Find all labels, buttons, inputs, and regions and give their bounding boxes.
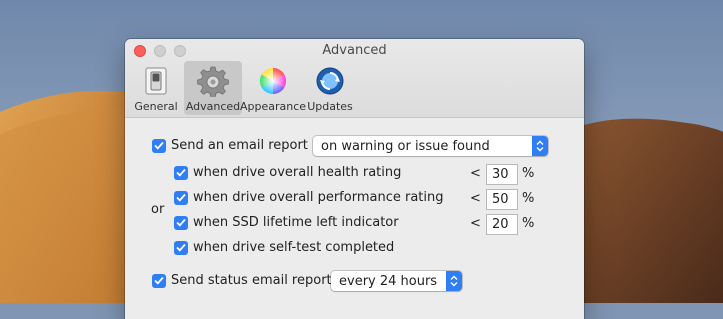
chevron-updown-icon	[446, 271, 462, 291]
tab-updates[interactable]: Updates	[304, 61, 356, 115]
title-bar: Advanced General Advanced Appearance Upd…	[125, 39, 584, 118]
condition-performance-row: when drive overall performance rating	[174, 190, 444, 205]
tab-general[interactable]: General	[130, 61, 182, 115]
color-wheel-icon	[257, 65, 289, 97]
health-threshold-unit: %	[522, 166, 535, 181]
email-report-checkbox[interactable]	[152, 138, 166, 153]
condition-performance-checkbox[interactable]	[174, 190, 188, 205]
condition-health-comparator: <	[470, 166, 481, 181]
updates-globe-icon	[314, 65, 346, 97]
condition-performance-comparator: <	[470, 191, 481, 206]
condition-ssd-lifetime-label: when SSD lifetime left indicator	[193, 215, 399, 230]
condition-health-label: when drive overall health rating	[193, 165, 402, 180]
performance-threshold-unit: %	[522, 191, 535, 206]
condition-self-test-checkbox[interactable]	[174, 240, 188, 255]
email-report-label: Send an email report	[171, 138, 308, 153]
condition-self-test-label: when drive self-test completed	[193, 240, 395, 255]
tab-appearance-label: Appearance	[239, 100, 307, 113]
ssd-lifetime-threshold-field[interactable]: 20	[486, 214, 518, 235]
condition-self-test-row: when drive self-test completed	[174, 240, 394, 255]
status-frequency-popup[interactable]: every 24 hours	[331, 271, 462, 291]
or-label: or	[151, 202, 165, 217]
condition-health-row: when drive overall health rating	[174, 165, 401, 180]
chevron-updown-icon	[532, 136, 548, 156]
ssd-lifetime-threshold-unit: %	[522, 216, 535, 231]
status-report-checkbox[interactable]	[152, 273, 166, 288]
tab-general-label: General	[134, 100, 178, 113]
switch-icon	[140, 65, 172, 97]
performance-threshold-field[interactable]: 50	[486, 189, 518, 210]
tab-updates-label: Updates	[307, 100, 353, 113]
status-report-label: Send status email report	[171, 273, 332, 288]
condition-ssd-lifetime-comparator: <	[470, 216, 481, 231]
advanced-pane: Send an email report on warning or issue…	[125, 118, 584, 319]
gear-icon	[197, 65, 229, 97]
preferences-window: Advanced General Advanced Appearance Upd…	[125, 39, 584, 319]
condition-ssd-lifetime-row: when SSD lifetime left indicator	[174, 215, 399, 230]
condition-ssd-lifetime-checkbox[interactable]	[174, 215, 188, 230]
preferences-toolbar: General Advanced Appearance Updates	[130, 61, 358, 115]
tab-advanced[interactable]: Advanced	[184, 61, 242, 115]
health-threshold-field[interactable]: 30	[486, 164, 518, 185]
email-frequency-value: on warning or issue found	[321, 138, 490, 154]
status-report-row: Send status email report	[152, 273, 332, 288]
email-frequency-popup[interactable]: on warning or issue found	[313, 136, 548, 156]
status-frequency-value: every 24 hours	[339, 273, 438, 289]
window-title: Advanced	[322, 43, 387, 58]
condition-health-checkbox[interactable]	[174, 165, 188, 180]
email-report-row: Send an email report	[152, 138, 308, 153]
condition-performance-label: when drive overall performance rating	[193, 190, 444, 205]
tab-advanced-label: Advanced	[185, 100, 241, 113]
tab-appearance[interactable]: Appearance	[240, 61, 306, 115]
